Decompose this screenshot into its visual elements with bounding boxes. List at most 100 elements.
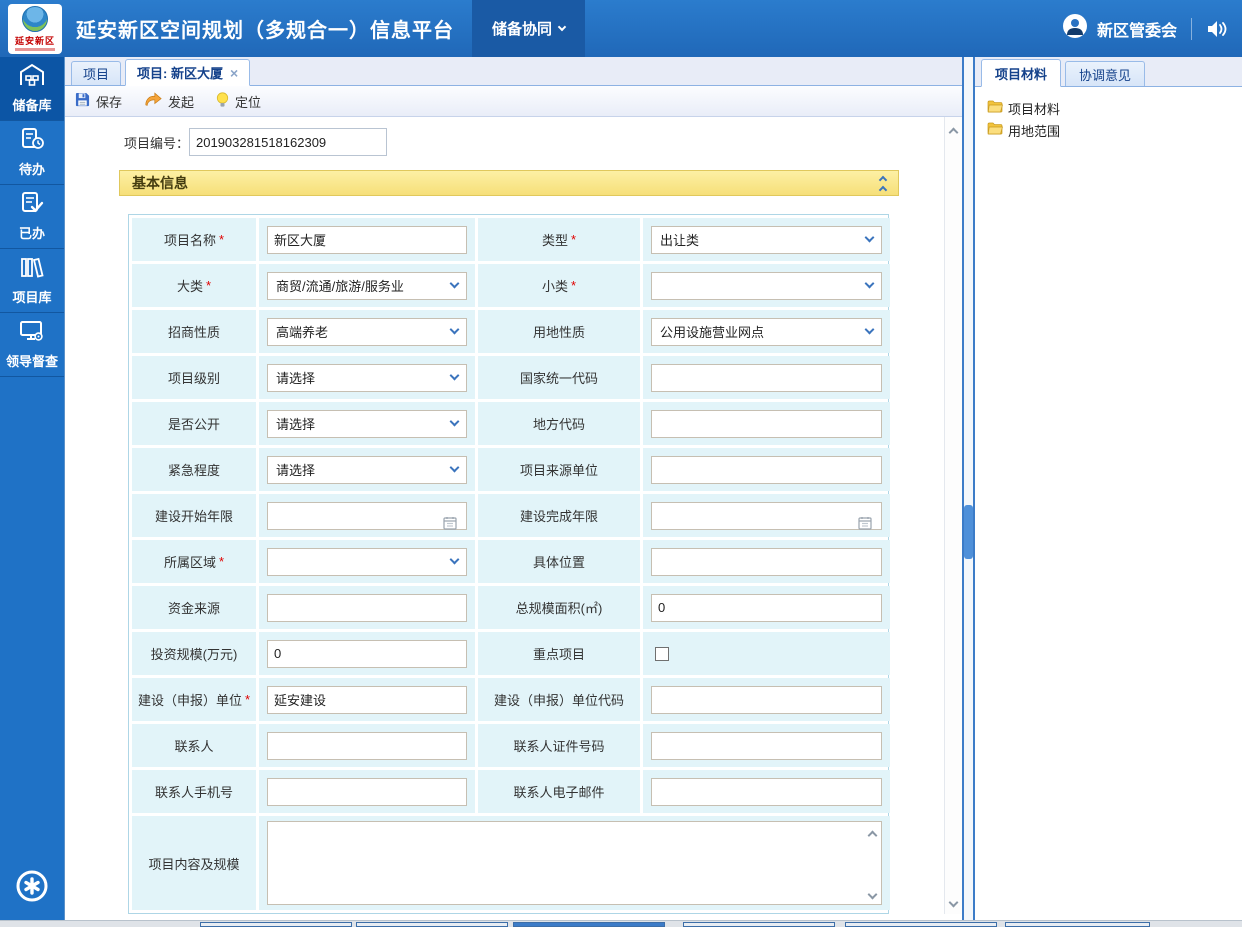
tab-projects[interactable]: 项目 (71, 61, 121, 85)
field-label-text: 总规模面积(㎡) (516, 598, 603, 617)
is-public-select[interactable]: 请选择 (267, 410, 467, 438)
right-panel-tab-materials[interactable]: 项目材料 (981, 59, 1061, 87)
field-label-text: 是否公开 (168, 414, 220, 433)
chevron-down-icon (450, 371, 460, 381)
investment-nature-select[interactable]: 高端养老 (267, 318, 467, 346)
scroll-up-icon[interactable] (949, 128, 959, 138)
is-public-label: 是否公开 (132, 402, 256, 445)
construction-unit-code-input[interactable] (651, 686, 882, 714)
source-unit-input[interactable] (651, 456, 882, 484)
field-label-text: 重点项目 (533, 644, 585, 663)
collapse-icon[interactable] (880, 173, 886, 193)
location-field-cell (643, 540, 890, 583)
tab-strip: 项目项目: 新区大厦× (65, 57, 962, 86)
sidebar-item-todo[interactable]: 待办 (0, 121, 64, 185)
region-select[interactable] (267, 548, 467, 576)
total-area-input[interactable] (651, 594, 882, 622)
contact-person-input[interactable] (267, 732, 467, 760)
region-label: 所属区域* (132, 540, 256, 583)
field-label-text: 项目来源单位 (520, 460, 598, 479)
sidebar-item-reserve[interactable]: 储备库 (0, 57, 64, 121)
close-icon[interactable]: × (230, 66, 238, 80)
required-asterisk: * (206, 278, 211, 293)
major-category-select[interactable]: 商贸/流通/旅游/服务业 (267, 272, 467, 300)
scroll-down-icon[interactable] (868, 890, 878, 900)
tab-project-detail[interactable]: 项目: 新区大厦× (125, 59, 250, 86)
total-area-field-cell (643, 586, 890, 629)
urgency-select-value: 请选择 (276, 460, 451, 479)
toolbar: 保存 发起 定位 (65, 86, 962, 117)
section-header-basic-info[interactable]: 基本信息 (119, 170, 899, 196)
contact-id-number-input[interactable] (651, 732, 882, 760)
field-label-text: 招商性质 (168, 322, 220, 341)
construction-start-year-label: 建设开始年限 (132, 494, 256, 537)
construction-unit-input[interactable] (267, 686, 467, 714)
locate-button[interactable]: 定位 (216, 92, 261, 111)
user-menu[interactable]: 新区管委会 (1062, 13, 1177, 44)
right-panel-tab-opinions[interactable]: 协调意见 (1065, 61, 1145, 86)
sidebar-item-done[interactable]: 已办 (0, 185, 64, 249)
project-type-select[interactable]: 出让类 (651, 226, 882, 254)
form-scroll-area: 项目编号： 基本信息 项目名称*类型*出让类大类*商贸/流通/旅游/服务业小类*… (65, 117, 944, 920)
project-type-label: 类型* (478, 218, 640, 261)
construction-start-year-date-field (267, 502, 467, 530)
app-window: 延安新区 延安新区空间规划（多规合一）信息平台 储备协同 新区管委会 储备库待办… (0, 0, 1242, 927)
textarea-scroll-arrows[interactable] (869, 828, 876, 898)
nav-reserve-collaboration[interactable]: 储备协同 (472, 0, 585, 57)
is-public-field-cell: 请选择 (259, 402, 475, 445)
project-name-field-cell (259, 218, 475, 261)
project-number-input[interactable] (189, 128, 387, 156)
sub-category-select[interactable] (651, 272, 882, 300)
panel-splitter[interactable] (962, 57, 975, 920)
asterisk-button[interactable] (0, 868, 64, 904)
save-icon (75, 92, 90, 110)
land-use-nature-select[interactable]: 公用设施营业网点 (651, 318, 882, 346)
field-label-text: 类型 (542, 230, 568, 249)
investment-scale-input[interactable] (267, 640, 467, 668)
key-project-checkbox[interactable] (655, 647, 669, 661)
location-label: 具体位置 (478, 540, 640, 583)
scroll-down-icon[interactable] (949, 898, 959, 908)
sidebar-item-projects[interactable]: 项目库 (0, 249, 64, 313)
right-panel-tabbar: 项目材料协调意见 (975, 57, 1242, 87)
field-label-text: 所属区域 (164, 552, 216, 571)
construction-end-year-input[interactable] (651, 502, 882, 530)
location-input[interactable] (651, 548, 882, 576)
splitter-handle[interactable] (964, 505, 973, 559)
investment-nature-field-cell: 高端养老 (259, 310, 475, 353)
done-icon (19, 191, 45, 218)
tree-item-1[interactable]: 用地范围 (987, 119, 1242, 141)
speaker-icon[interactable] (1206, 19, 1228, 39)
key-project-field-cell (643, 632, 890, 675)
region-field-cell (259, 540, 475, 583)
field-label-text: 投资规模(万元) (151, 644, 238, 663)
vertical-scrollbar[interactable] (944, 117, 962, 914)
logo-emblem-icon (22, 6, 48, 32)
local-code-input[interactable] (651, 410, 882, 438)
project-level-select[interactable]: 请选择 (267, 364, 467, 392)
national-code-field-cell (643, 356, 890, 399)
urgency-select[interactable]: 请选择 (267, 456, 467, 484)
project-name-input[interactable] (267, 226, 467, 254)
national-code-input[interactable] (651, 364, 882, 392)
project-content-textarea[interactable] (267, 821, 882, 905)
launch-button[interactable]: 发起 (144, 92, 194, 111)
contact-email-input[interactable] (651, 778, 882, 806)
tree-item-label: 项目材料 (1008, 99, 1060, 118)
construction-start-year-input[interactable] (267, 502, 467, 530)
field-label-text: 国家统一代码 (520, 368, 598, 387)
warehouse-icon (19, 63, 45, 90)
tree-item-0[interactable]: 项目材料 (987, 97, 1242, 119)
construction-end-year-label: 建设完成年限 (478, 494, 640, 537)
sidebar-item-supervision[interactable]: 领导督查 (0, 313, 64, 377)
save-button[interactable]: 保存 (75, 92, 122, 111)
chevron-down-icon (450, 463, 460, 473)
project-number-label: 项目编号： (124, 133, 189, 152)
contact-mobile-input[interactable] (267, 778, 467, 806)
funding-source-input[interactable] (267, 594, 467, 622)
construction-start-year-field-cell (259, 494, 475, 537)
library-icon (19, 255, 45, 282)
scroll-up-icon[interactable] (868, 831, 878, 841)
investment-nature-select-value: 高端养老 (276, 322, 451, 341)
major-category-field-cell: 商贸/流通/旅游/服务业 (259, 264, 475, 307)
